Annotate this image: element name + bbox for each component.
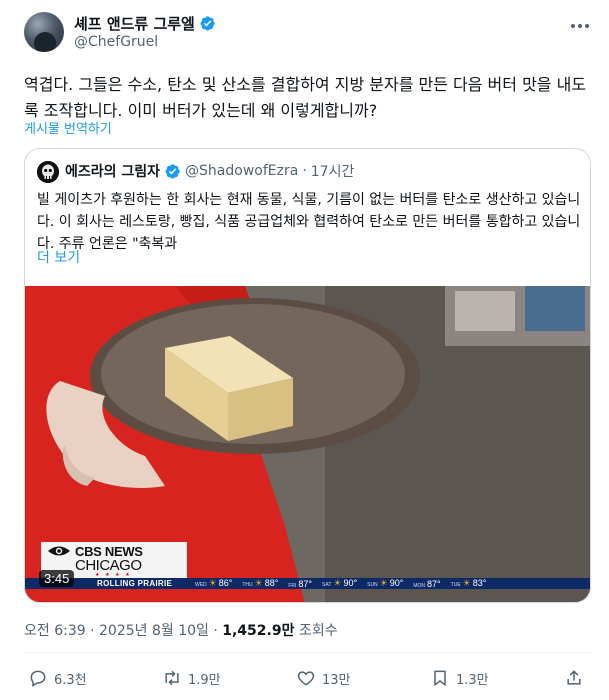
divider — [24, 652, 591, 653]
weather-day: MON 87° — [413, 578, 441, 589]
author-avatar[interactable] — [24, 12, 64, 52]
retweet-count: 1.9만 — [188, 672, 221, 688]
translate-link[interactable]: 게시물 번역하기 — [24, 118, 112, 137]
reply-icon — [30, 670, 46, 687]
sun-icon: ☀ — [254, 578, 263, 588]
quote-tweet-card[interactable]: 에즈라의 그림자 @ShadowofEzra · 17시간 빌 게이츠가 후원하… — [24, 148, 591, 603]
tweet-text: 역겹다. 그들은 수소, 탄소 및 산소를 결합하여 지방 분자를 만든 다음 … — [24, 75, 587, 120]
author-handle[interactable]: @ChefGruel — [74, 34, 158, 50]
quote-text: 빌 게이츠가 후원하는 한 회사는 현재 동물, 식물, 기름이 없는 버터를 … — [37, 192, 581, 252]
weather-ticker: WED ☀ 86° THU ☀ 88° FRI 87° SAT ☀ 90° SUN ☀ 90° M… — [195, 578, 590, 589]
sun-icon: ☀ — [333, 578, 342, 588]
like-button[interactable]: 13만 — [296, 668, 351, 688]
weather-day: THU ☀ 88° — [242, 578, 279, 588]
quote-separator: · — [302, 163, 307, 179]
weather-day: SUN ☀ 90° — [367, 578, 404, 588]
ticker-label: ROLLING PRAIRIE — [97, 579, 173, 588]
sun-icon: ☀ — [462, 578, 471, 588]
weather-day: SAT ☀ 90° — [322, 578, 358, 588]
reply-button[interactable]: 6.3천 — [28, 668, 87, 688]
tweet-meta: 오전 6:39 · 2025년 8월 10일 · 1,452.9만 조회수 — [24, 620, 338, 640]
more-options-icon[interactable] — [568, 16, 592, 36]
quote-author-handle[interactable]: @ShadowofEzra — [185, 163, 298, 179]
views-label: 조회수 — [294, 623, 338, 639]
weather-day: TUE ☀ 83° — [450, 578, 487, 588]
action-bar: 6.3천 1.9만 13만 1.3만 — [24, 668, 591, 696]
quote-author-avatar — [37, 161, 59, 183]
skull-icon — [37, 161, 59, 183]
quote-timestamp[interactable]: 17시간 — [311, 161, 355, 181]
share-icon — [567, 670, 581, 685]
retweet-icon — [165, 670, 179, 686]
sun-icon: ☀ — [208, 578, 217, 588]
cbs-eye-icon — [48, 546, 70, 556]
author-name-row: 셰프 앤드류 그루엘 — [74, 13, 216, 34]
show-more-link[interactable]: 더 보기 — [37, 247, 80, 267]
like-count: 13만 — [322, 672, 351, 688]
weather-day: WED ☀ 86° — [195, 578, 233, 588]
bookmark-button[interactable]: 1.3만 — [430, 668, 489, 688]
author-display-name[interactable]: 셰프 앤드류 그루엘 — [74, 13, 195, 34]
heart-icon — [297, 671, 315, 686]
bookmark-count: 1.3만 — [456, 672, 489, 688]
video-duration: 3:45 — [39, 570, 75, 587]
quote-verified-badge-icon — [165, 163, 180, 179]
share-button[interactable] — [564, 668, 584, 688]
sun-icon: ☀ — [379, 578, 388, 588]
views-count: 1,452.9만 — [222, 623, 295, 639]
reply-count: 6.3천 — [54, 672, 87, 688]
quote-author-name[interactable]: 에즈라의 그림자 — [65, 161, 160, 181]
verified-badge-icon — [200, 16, 215, 31]
bookmark-icon — [434, 670, 446, 687]
weather-day: FRI 87° — [288, 578, 313, 589]
retweet-button[interactable]: 1.9만 — [162, 668, 221, 688]
quote-header: 에즈라의 그림자 @ShadowofEzra · 17시간 — [65, 161, 354, 181]
tweet-timestamp[interactable]: 오전 6:39 · 2025년 8월 10일 · — [24, 623, 222, 639]
video-player[interactable]: CBS NEWS CHICAGO ★ ★ ★ ★ ROLLING PRAIRIE… — [25, 286, 590, 602]
